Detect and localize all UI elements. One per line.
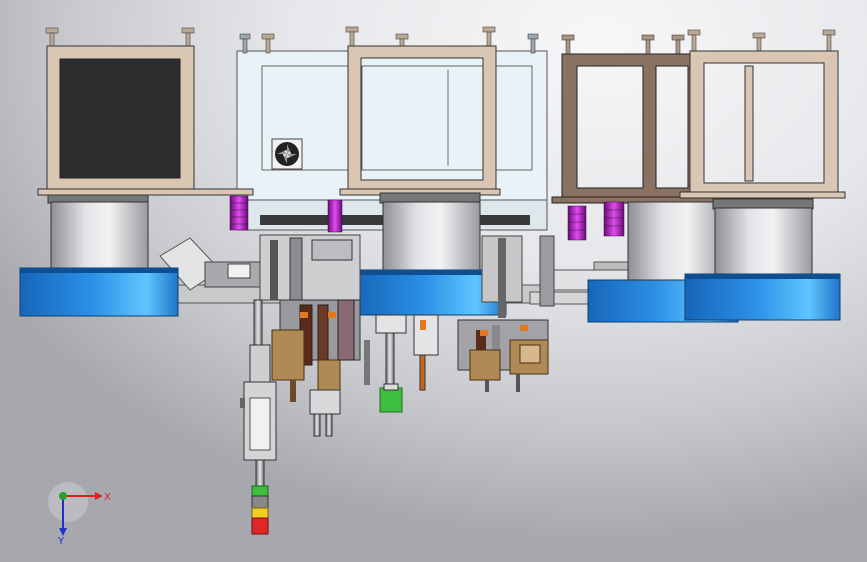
bowl-feeder-left xyxy=(19,194,179,317)
frame-right-front xyxy=(679,29,846,199)
cooling-fan-icon xyxy=(271,138,303,170)
assembly-drawing: X Y xyxy=(19,26,846,547)
cad-viewport[interactable]: X Y xyxy=(0,0,867,562)
axis-x-label: X xyxy=(104,492,111,503)
frame-left xyxy=(37,27,254,196)
signal-tower xyxy=(251,485,269,535)
axis-y-label: Y xyxy=(57,536,65,547)
actuator-column xyxy=(240,299,277,487)
axis-triad: X Y xyxy=(48,482,111,547)
